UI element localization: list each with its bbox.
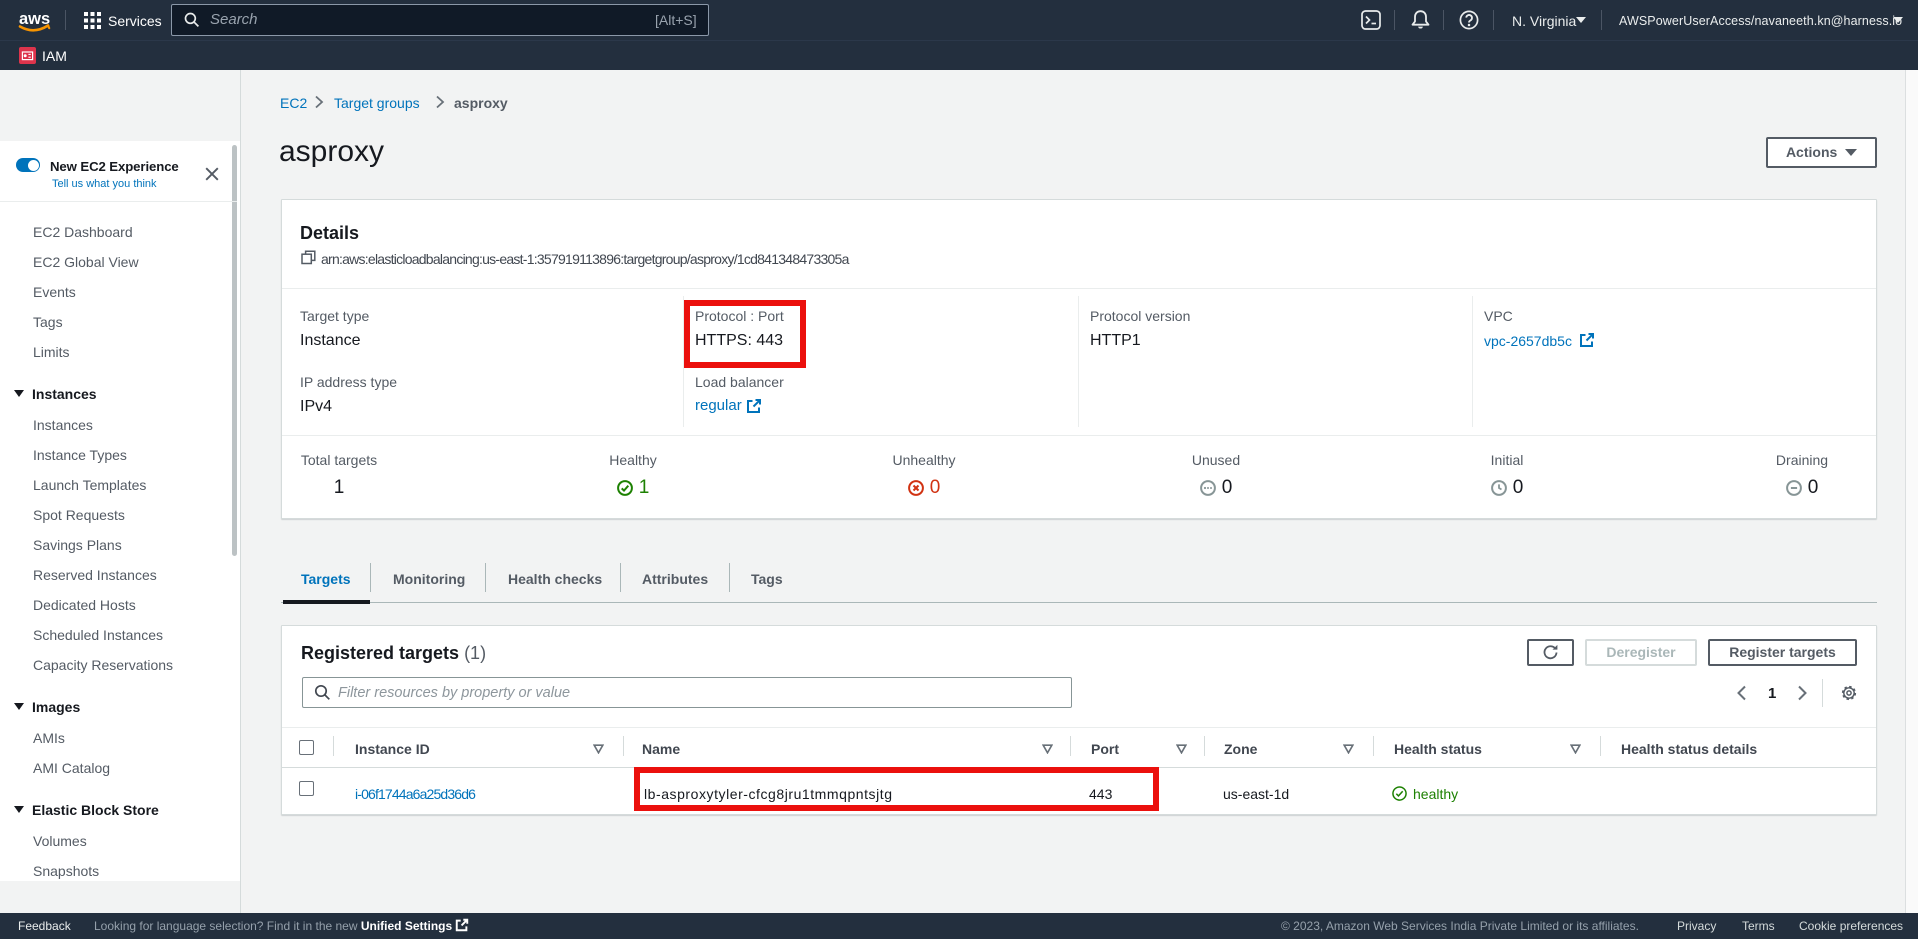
- svg-text:aws: aws: [19, 10, 50, 28]
